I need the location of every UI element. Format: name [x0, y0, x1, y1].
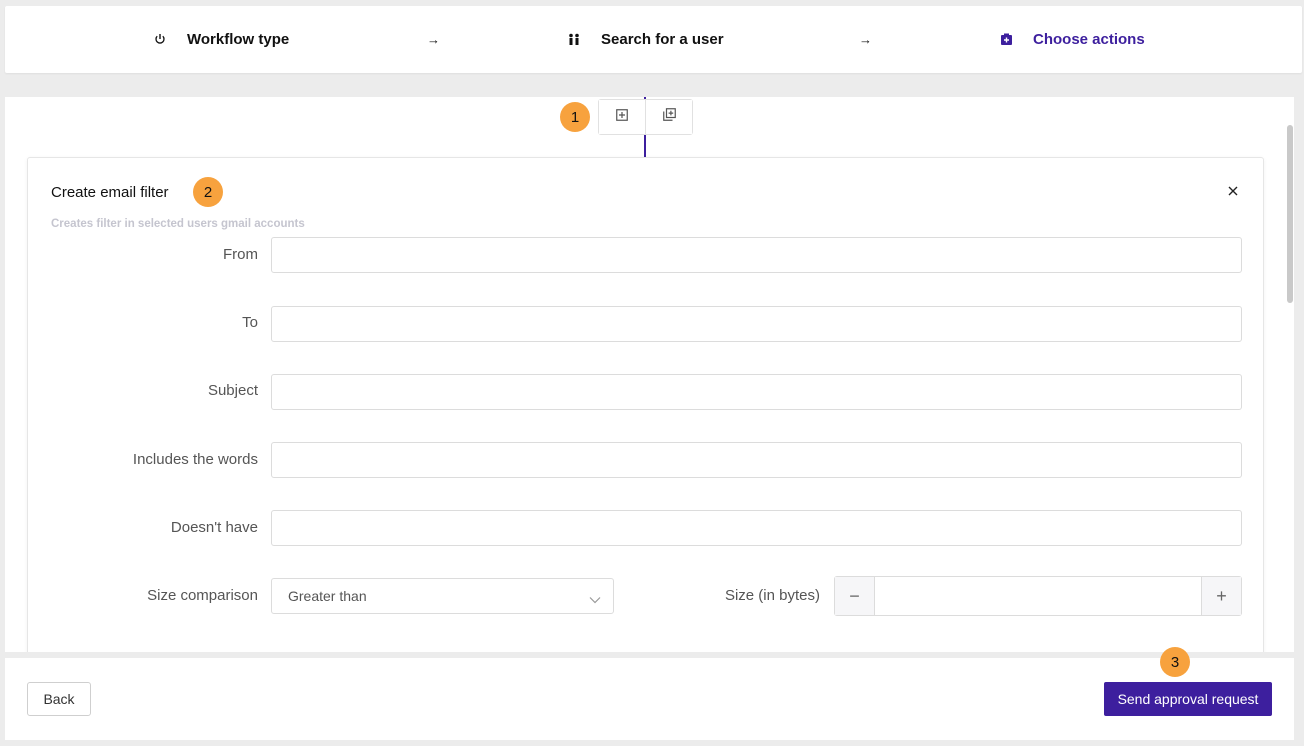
scrollbar-thumb[interactable]: [1287, 125, 1293, 303]
size-comparison-value: Greater than: [288, 588, 367, 604]
doesnt-have-input[interactable]: [271, 510, 1242, 546]
copy-plus-icon: [662, 108, 676, 126]
decrement-button[interactable]: −: [835, 577, 875, 615]
size-bytes-input[interactable]: [875, 577, 1201, 615]
size-comparison-select[interactable]: Greater than: [271, 578, 614, 614]
subject-input[interactable]: [271, 374, 1242, 410]
add-action-toolbar: [598, 99, 693, 135]
email-filter-card: Create email filter 2 Creates filter in …: [27, 157, 1264, 652]
step-arrow-icon: →: [859, 32, 872, 47]
annotation-badge-3: 3: [1160, 647, 1190, 677]
back-button[interactable]: Back: [27, 682, 91, 716]
footer-bar: Back 3 Send approval request: [5, 647, 1294, 740]
send-approval-request-button[interactable]: Send approval request: [1104, 682, 1272, 716]
to-label: To: [242, 314, 258, 331]
card-title: Create email filter: [51, 184, 169, 201]
annotation-badge-2: 2: [193, 177, 223, 207]
step-arrow-icon: →: [427, 32, 440, 47]
step-choose-actions[interactable]: Choose actions: [999, 6, 1145, 73]
increment-button[interactable]: +: [1201, 577, 1241, 615]
close-icon[interactable]: [1224, 182, 1242, 200]
size-bytes-stepper: − +: [834, 576, 1242, 616]
add-multiple-actions-button[interactable]: [646, 100, 692, 134]
card-subtitle: Creates filter in selected users gmail a…: [51, 218, 305, 230]
plus-square-icon: [616, 108, 628, 126]
users-icon: [567, 33, 581, 47]
size-comparison-label: Size comparison: [147, 587, 258, 604]
subject-label: Subject: [207, 382, 258, 399]
workflow-stepper: Workflow type → Search for a user → Choo…: [5, 6, 1302, 73]
annotation-badge-1: 1: [560, 102, 590, 132]
size-bytes-label: Size (in bytes): [724, 587, 820, 604]
chevron-down-icon: [589, 591, 601, 607]
includes-words-label: Includes the words: [132, 451, 258, 468]
step-label: Search for a user: [601, 31, 724, 48]
actions-icon: [999, 33, 1013, 47]
power-icon: [153, 33, 167, 47]
from-input[interactable]: [271, 237, 1242, 273]
includes-words-input[interactable]: [271, 442, 1242, 478]
step-label: Choose actions: [1033, 31, 1145, 48]
step-workflow-type[interactable]: Workflow type: [153, 6, 289, 73]
to-input[interactable]: [271, 306, 1242, 342]
add-action-button[interactable]: [599, 100, 646, 134]
actions-panel: 1 Create email filter 2 Creates filter i…: [5, 97, 1294, 652]
doesnt-have-label: Doesn't have: [170, 519, 258, 536]
step-search-user[interactable]: Search for a user: [567, 6, 724, 73]
from-label: From: [223, 246, 258, 263]
step-label: Workflow type: [187, 31, 290, 48]
